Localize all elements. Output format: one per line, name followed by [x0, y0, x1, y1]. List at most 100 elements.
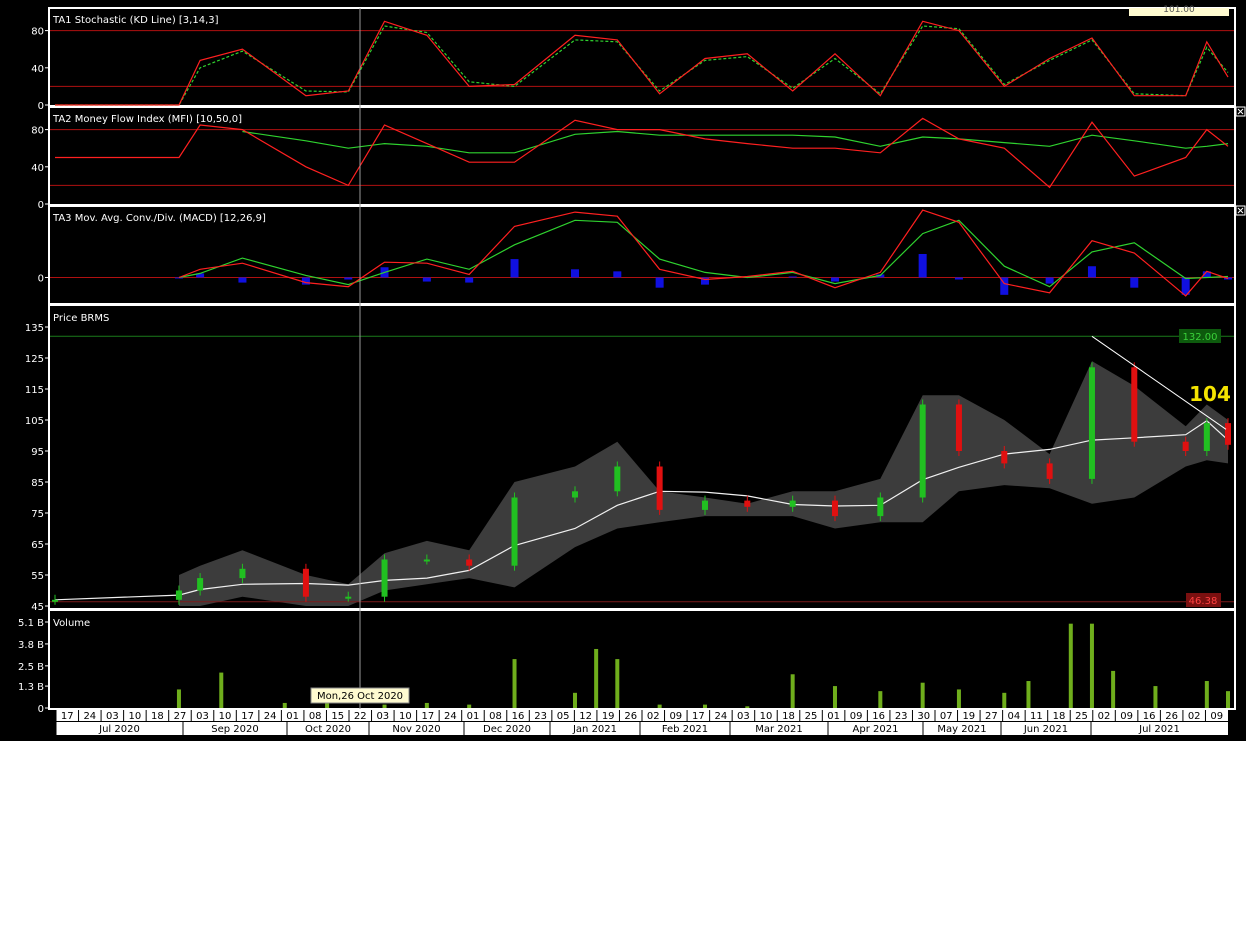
x-axis-month-label: Feb 2021 [662, 724, 708, 735]
macd-histogram-bar [655, 277, 664, 288]
x-axis-month-label: Oct 2020 [305, 724, 351, 735]
x-axis-day-label: 09 [1120, 711, 1133, 722]
macd-histogram-bar [238, 277, 247, 283]
volume-bar [657, 704, 662, 708]
macd-histogram-bar [344, 277, 353, 280]
macd-histogram-bar [613, 271, 622, 278]
x-axis-day-label: 01 [286, 711, 299, 722]
price-candle [877, 497, 884, 517]
price-title: Price BRMS [53, 313, 109, 324]
x-axis-day-label: 03 [376, 711, 389, 722]
close-macd-panel-icon[interactable] [1235, 205, 1246, 216]
volume-bar [790, 674, 795, 708]
x-axis-day-label: 04 [1008, 711, 1021, 722]
x-axis-day-label: 11 [1030, 711, 1043, 722]
volume-tick-label: 0 [38, 704, 44, 715]
x-axis-day-label: 19 [602, 711, 615, 722]
volume-bar [512, 659, 517, 708]
volume-bar [219, 672, 224, 708]
stochastic-k-line [55, 20, 1229, 106]
x-axis-day-label: 24 [444, 711, 457, 722]
volume-bar [1068, 623, 1073, 708]
price-candle [197, 578, 204, 591]
price-candle [345, 596, 352, 599]
price-tick-label: 55 [31, 571, 44, 582]
price-candle [52, 599, 58, 602]
price-candle [175, 590, 182, 600]
macd-histogram-bar [1130, 277, 1139, 288]
x-axis-month-label: Dec 2020 [483, 724, 531, 735]
x-axis-day-label: 18 [151, 711, 164, 722]
stochastic-tick-label: 80 [31, 27, 44, 38]
price-candle [1046, 463, 1053, 479]
x-axis-day-label: 09 [1210, 711, 1223, 722]
volume-bar [1026, 681, 1031, 708]
x-axis-day-label: 19 [962, 711, 975, 722]
price-tick-label: 115 [25, 385, 44, 396]
x-axis-month-label: Nov 2020 [392, 724, 440, 735]
x-axis-day-label: 24 [83, 711, 96, 722]
macd-histogram-bar [954, 277, 963, 280]
volume-bar [467, 704, 472, 708]
price-candle [466, 559, 473, 566]
x-axis-day-label: 27 [174, 711, 187, 722]
chart-canvas[interactable]: TA1 Stochastic (KD Line) [3,14,3] TA2 Mo… [0, 0, 1246, 741]
volume-bar [176, 689, 181, 708]
x-axis-day-label: 17 [61, 711, 74, 722]
x-axis-day-label: 25 [805, 711, 818, 722]
x-axis-day-label: 09 [669, 711, 682, 722]
mfi-title: TA2 Money Flow Index (MFI) [10,50,0] [52, 114, 242, 125]
x-axis-month-label: Jan 2021 [572, 724, 617, 735]
x-axis-day-label: 16 [872, 711, 885, 722]
x-axis-month-label: Jun 2021 [1023, 724, 1068, 735]
x-axis-day-label: 09 [850, 711, 863, 722]
x-axis-month-label: Mar 2021 [755, 724, 803, 735]
mfi-tick-label: 80 [31, 126, 44, 137]
macd-histogram-bar [1087, 266, 1096, 278]
x-axis-day-label: 18 [1053, 711, 1066, 722]
x-axis-day-label: 18 [782, 711, 795, 722]
volume-bar [424, 702, 429, 708]
macd-histogram-bar [465, 277, 474, 283]
volume-bar [920, 682, 925, 708]
price-candle [1088, 367, 1095, 479]
price-candle [423, 559, 430, 562]
close-mfi-panel-icon[interactable] [1235, 106, 1246, 117]
volume-bar [745, 706, 750, 708]
volume-panel[interactable] [48, 609, 1236, 710]
x-axis-day-label: 17 [422, 711, 435, 722]
volume-bar [1226, 691, 1230, 708]
mfi-tick-label: 40 [31, 163, 44, 174]
x-axis-day-label: 02 [1098, 711, 1111, 722]
volume-tick-label: 3.8 B [18, 640, 44, 651]
x-axis-day-label: 24 [715, 711, 728, 722]
price-tick-label: 95 [31, 447, 44, 458]
volume-bar [572, 692, 577, 708]
macd-histogram-bar [1045, 277, 1054, 284]
macd-histogram-bar [570, 269, 579, 278]
x-axis-day-label: 10 [399, 711, 412, 722]
price-candle [239, 568, 246, 579]
price-tick-label: 125 [25, 354, 44, 365]
macd-histogram-bar [788, 276, 797, 278]
bollinger-band-area [179, 361, 1228, 606]
macd-histogram-bar [422, 277, 431, 282]
price-candle [1182, 441, 1189, 451]
x-axis-day-label: 26 [1165, 711, 1178, 722]
x-axis-day-label: 08 [489, 711, 502, 722]
price-candle [571, 491, 578, 498]
volume-bar [702, 704, 707, 708]
stochastic-d-line [55, 25, 1229, 106]
macd-histogram-bar [510, 259, 519, 278]
price-candle [701, 500, 708, 510]
x-axis-month-label: Apr 2021 [853, 724, 899, 735]
mfi-line [55, 117, 1229, 189]
volume-bar [1089, 623, 1094, 708]
price-candle [511, 497, 518, 566]
low-price-label: 46.38 [1189, 596, 1218, 607]
x-axis-day-label: 16 [512, 711, 525, 722]
volume-bar [594, 648, 599, 708]
volume-bar [1111, 670, 1116, 708]
x-axis-day-label: 03 [737, 711, 750, 722]
volume-bar [878, 691, 883, 708]
